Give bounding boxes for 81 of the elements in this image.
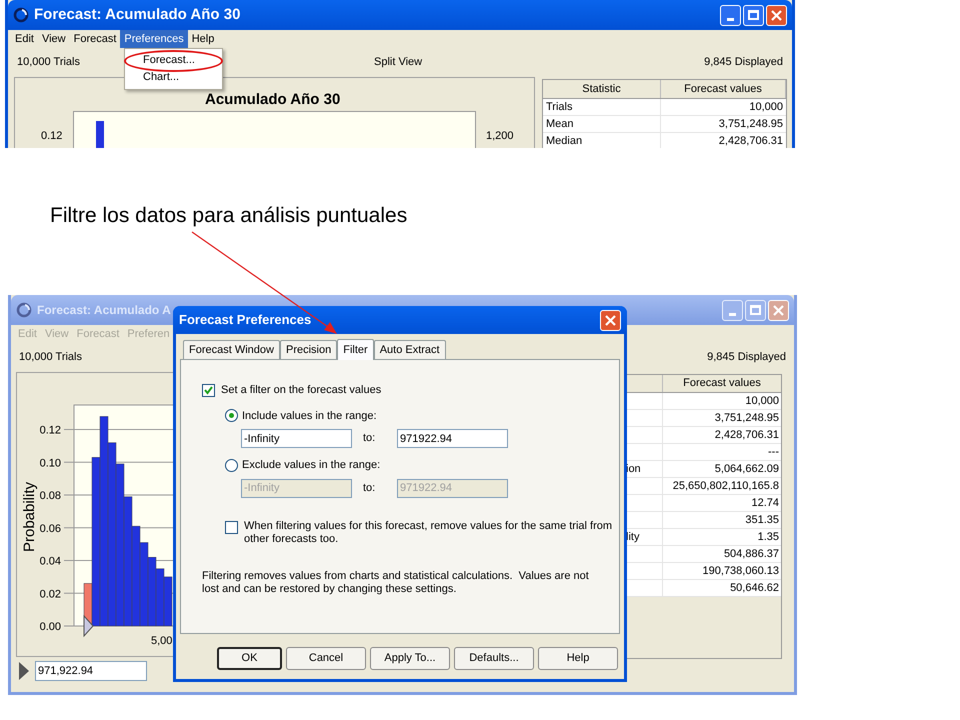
- table-cell-text: 10,000: [748, 100, 784, 115]
- trials-count: 10,000 Trials: [19, 350, 82, 366]
- checkbox-label: Set a filter on the forecast values: [221, 383, 382, 398]
- table-cell-text: 5,064,662.09: [714, 462, 780, 477]
- checkbox[interactable]: [202, 384, 215, 397]
- window-title: Forecast: Acumulado Año 30: [34, 4, 240, 25]
- y2-axis-tick: 1,200: [486, 129, 514, 144]
- checkbox-label: When filtering values for this forecast, remove values for the same trial from other forecasts too.: [244, 520, 614, 546]
- close-icon: [605, 314, 616, 326]
- radio-button[interactable]: [225, 458, 238, 472]
- dialog-button[interactable]: Help: [538, 647, 618, 670]
- y-axis-tick: 0.06: [40, 522, 61, 535]
- filter-note: Filtering removes values from charts and statistical calculations. Values are not lost and can be restored by changing these settings.: [202, 570, 590, 596]
- chart-title: Acumulado Año 30: [205, 91, 340, 108]
- column-header: Statistic: [543, 80, 661, 98]
- menu-option[interactable]: Forecast...: [125, 52, 222, 69]
- trials-count: 10,000 Trials: [17, 55, 80, 70]
- to-label: to:: [363, 480, 376, 496]
- displayed-count: 9,845 Displayed: [707, 350, 786, 366]
- tab[interactable]: Precision: [280, 340, 338, 359]
- dialog-button[interactable]: Apply To...: [370, 647, 450, 670]
- table-cell-text: 504,886.37: [722, 547, 780, 562]
- menu-item[interactable]: View: [38, 30, 70, 48]
- app-logo-icon: [16, 302, 32, 318]
- table-cell-text: 25,650,802,110,165.8: [672, 479, 780, 494]
- menu-item[interactable]: Edit: [11, 30, 38, 48]
- close-icon: [773, 304, 784, 316]
- view-label: Split View: [374, 55, 422, 70]
- table-cell-text: 2,428,706.31: [718, 134, 784, 148]
- table-cell-text: 351.35: [744, 513, 780, 528]
- close-button[interactable]: [766, 4, 787, 26]
- menu-item[interactable]: Help: [188, 30, 218, 48]
- table-cell-text: 10,000: [744, 394, 780, 409]
- y-axis-tick: 0.08: [40, 490, 61, 502]
- annotation-text: Filtre los datos para análisis puntuales: [50, 203, 408, 229]
- value-field[interactable]: 971,922.94: [35, 661, 147, 681]
- to-field[interactable]: 971922.94: [397, 429, 508, 448]
- table-cell-text: 1.35: [756, 530, 780, 545]
- table-cell: Median: [543, 133, 661, 148]
- window-title: Forecast: Acumulado A: [37, 302, 171, 319]
- displayed-count: 9,845 Displayed: [704, 55, 783, 70]
- from-field[interactable]: -Infinity: [241, 429, 352, 448]
- menu-item[interactable]: Preferences: [120, 30, 188, 48]
- tab[interactable]: Auto Extract: [374, 340, 446, 359]
- table-cell-text: 3,751,248.95: [714, 411, 780, 426]
- table-cell-text: 12.74: [750, 496, 780, 511]
- table-cell: Trials: [543, 99, 661, 115]
- dialog-button[interactable]: Cancel: [286, 647, 366, 670]
- to-label: to:: [363, 431, 376, 446]
- dialog-button[interactable]: Defaults...: [454, 647, 534, 670]
- column-header: Forecast values: [682, 376, 762, 392]
- table-cell-text: 190,738,060.13: [702, 564, 780, 579]
- y-axis-tick: 0.12: [41, 129, 62, 144]
- y-axis-tick: 0.12: [40, 424, 61, 437]
- app-logo-icon: [13, 7, 29, 23]
- y-axis-label: Probability: [21, 482, 38, 552]
- table-cell-text: 50,646.62: [729, 581, 780, 596]
- slider-handle[interactable]: [84, 614, 94, 638]
- column-header: Forecast values: [661, 80, 786, 98]
- dialog-title: Forecast Preferences: [179, 311, 312, 330]
- radio-label: Include values in the range:: [242, 408, 377, 424]
- dialog-button[interactable]: OK: [217, 647, 282, 670]
- radio-button[interactable]: [225, 409, 238, 422]
- play-icon[interactable]: [19, 662, 29, 680]
- y-axis-tick: 0.00: [40, 621, 61, 633]
- table-cell-text: ---: [767, 445, 780, 460]
- close-icon: [771, 10, 782, 20]
- x-axis-tick: 5,00: [151, 635, 172, 647]
- tab[interactable]: Forecast Window: [183, 340, 280, 359]
- y-axis-tick: 0.10: [40, 457, 61, 470]
- menu-option[interactable]: Chart...: [125, 69, 222, 86]
- menu-item[interactable]: Forecast: [70, 30, 120, 48]
- close-button[interactable]: [600, 310, 621, 330]
- table-cell: Mean: [543, 116, 661, 132]
- radio-label: Exclude values in the range:: [242, 458, 380, 473]
- y-axis-tick: 0.04: [40, 556, 61, 568]
- table-cell-text: 2,428,706.31: [714, 428, 780, 443]
- y-axis-tick: 0.02: [40, 588, 61, 600]
- table-cell-text: 3,751,248.95: [718, 117, 784, 132]
- tab[interactable]: Filter: [337, 339, 374, 360]
- checkbox[interactable]: [225, 520, 238, 534]
